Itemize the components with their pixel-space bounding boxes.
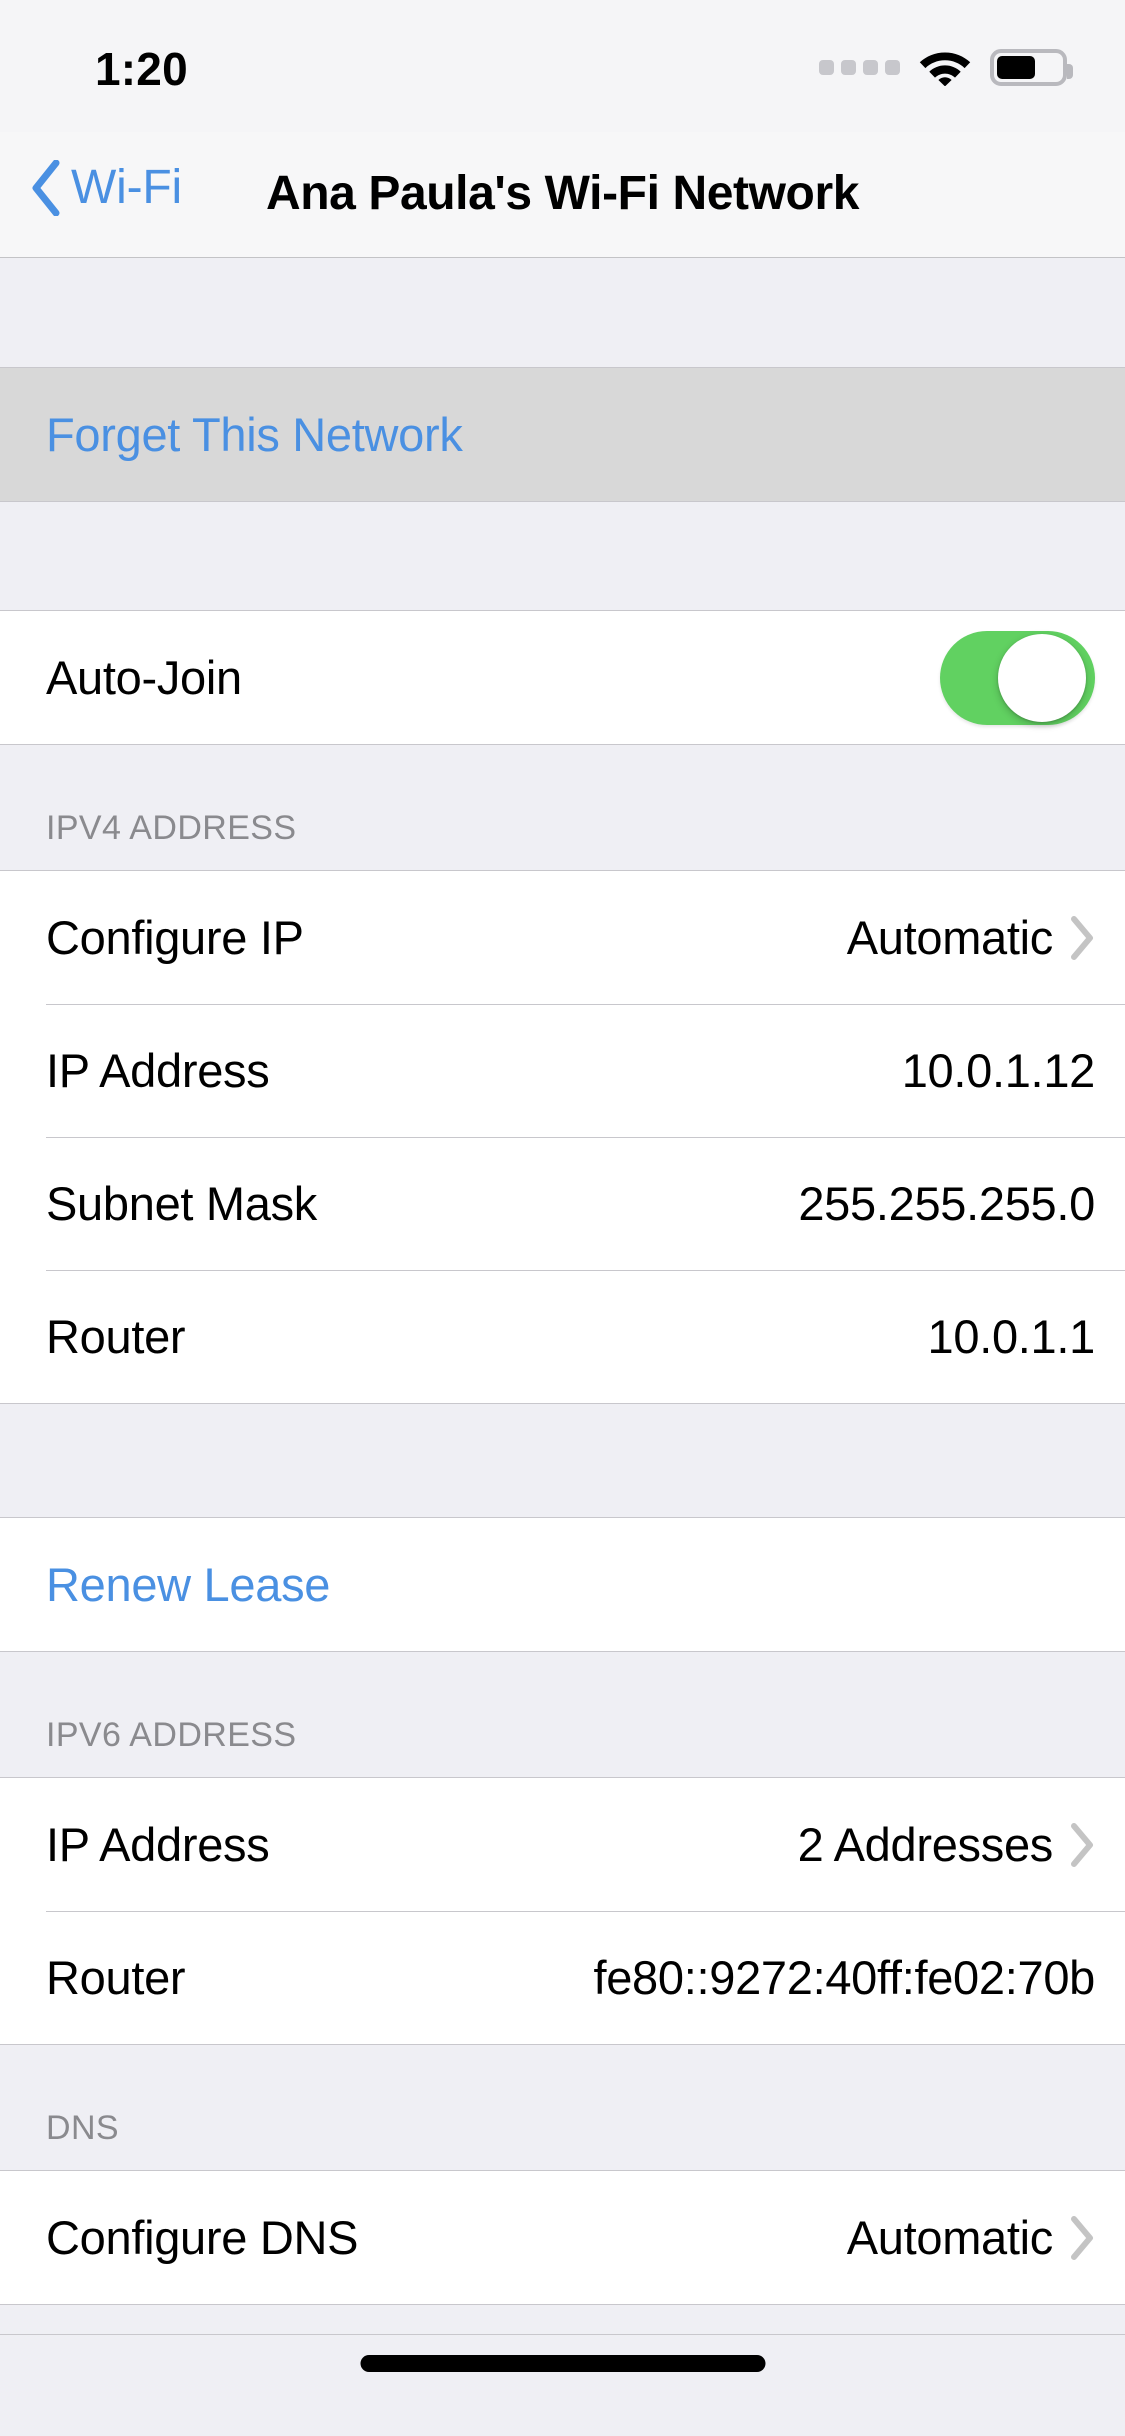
renew-lease-label: Renew Lease	[46, 1558, 331, 1611]
section-dns: Configure DNS Automatic	[0, 2170, 1125, 2305]
row-ip-address-v6[interactable]: IP Address 2 Addresses	[0, 1778, 1125, 1911]
status-bar-time: 1:20	[95, 43, 188, 95]
ipv6-ip-address-label: IP Address	[46, 1818, 270, 1871]
wifi-icon	[919, 48, 971, 86]
row-configure-dns[interactable]: Configure DNS Automatic	[0, 2171, 1125, 2304]
configure-ip-label: Configure IP	[46, 911, 304, 964]
auto-join-toggle[interactable]	[940, 630, 1095, 725]
section-header-ipv4: IPV4 ADDRESS	[0, 745, 1125, 870]
row-configure-ip[interactable]: Configure IP Automatic	[0, 871, 1125, 1004]
row-auto-join[interactable]: Auto-Join	[0, 611, 1125, 744]
settings-list[interactable]: Forget This Network Auto-Join IPV4 ADDRE…	[0, 259, 1125, 2436]
section-auto-join: Auto-Join	[0, 610, 1125, 745]
router-label: Router	[46, 1310, 186, 1363]
configure-dns-label: Configure DNS	[46, 2211, 359, 2264]
subnet-mask-label: Subnet Mask	[46, 1177, 318, 1230]
spacer	[0, 259, 1125, 367]
toggle-knob	[998, 633, 1086, 722]
section-forget-network: Forget This Network	[0, 367, 1125, 502]
router-value: 10.0.1.1	[927, 1310, 1096, 1363]
home-indicator-bar[interactable]	[360, 2355, 765, 2372]
chevron-right-icon	[1071, 2215, 1093, 2260]
section-renew-lease: Renew Lease	[0, 1517, 1125, 1652]
section-header-dns: DNS	[0, 2045, 1125, 2170]
configure-ip-value: Automatic	[846, 911, 1054, 964]
ipv6-ip-address-value: 2 Addresses	[797, 1818, 1054, 1871]
section-ipv4-address: Configure IP Automatic IP Address 10.0.1…	[0, 870, 1125, 1404]
row-ip-address-v4[interactable]: IP Address 10.0.1.12	[0, 1004, 1125, 1137]
ipv6-router-label: Router	[46, 1951, 186, 2004]
chevron-right-icon	[1071, 915, 1093, 960]
row-forget-this-network[interactable]: Forget This Network	[0, 368, 1125, 501]
configure-dns-value: Automatic	[846, 2211, 1054, 2264]
row-subnet-mask[interactable]: Subnet Mask 255.255.255.0	[0, 1137, 1125, 1270]
battery-icon	[990, 48, 1073, 86]
iphone-screen: 1:20 Wi-Fi Ana Paula's Wi-Fi Network For…	[0, 0, 1125, 2436]
chevron-right-icon	[1071, 1822, 1093, 1867]
page-title: Ana Paula's Wi-Fi Network	[265, 167, 860, 220]
section-ipv6-address: IP Address 2 Addresses Router fe80::9272…	[0, 1777, 1125, 2045]
ipv6-router-value: fe80::9272:40ff:fe02:70b	[593, 1951, 1095, 2004]
row-renew-lease[interactable]: Renew Lease	[0, 1518, 1125, 1651]
signal-dots-icon	[819, 59, 900, 75]
spacer	[0, 1404, 1125, 1517]
navigation-bar: Wi-Fi Ana Paula's Wi-Fi Network	[0, 132, 1125, 258]
subnet-mask-value: 255.255.255.0	[798, 1177, 1095, 1230]
status-bar: 1:20	[0, 0, 1125, 132]
auto-join-label: Auto-Join	[46, 651, 242, 704]
section-header-ipv6: IPV6 ADDRESS	[0, 1652, 1125, 1777]
spacer	[0, 502, 1125, 610]
status-bar-indicators	[819, 48, 1073, 86]
row-router-v6[interactable]: Router fe80::9272:40ff:fe02:70b	[0, 1911, 1125, 2044]
ip-address-label: IP Address	[46, 1044, 270, 1097]
home-indicator-area	[0, 2334, 1125, 2436]
forget-this-network-label: Forget This Network	[46, 408, 463, 461]
ip-address-value: 10.0.1.12	[901, 1044, 1096, 1097]
row-router-v4[interactable]: Router 10.0.1.1	[0, 1270, 1125, 1403]
